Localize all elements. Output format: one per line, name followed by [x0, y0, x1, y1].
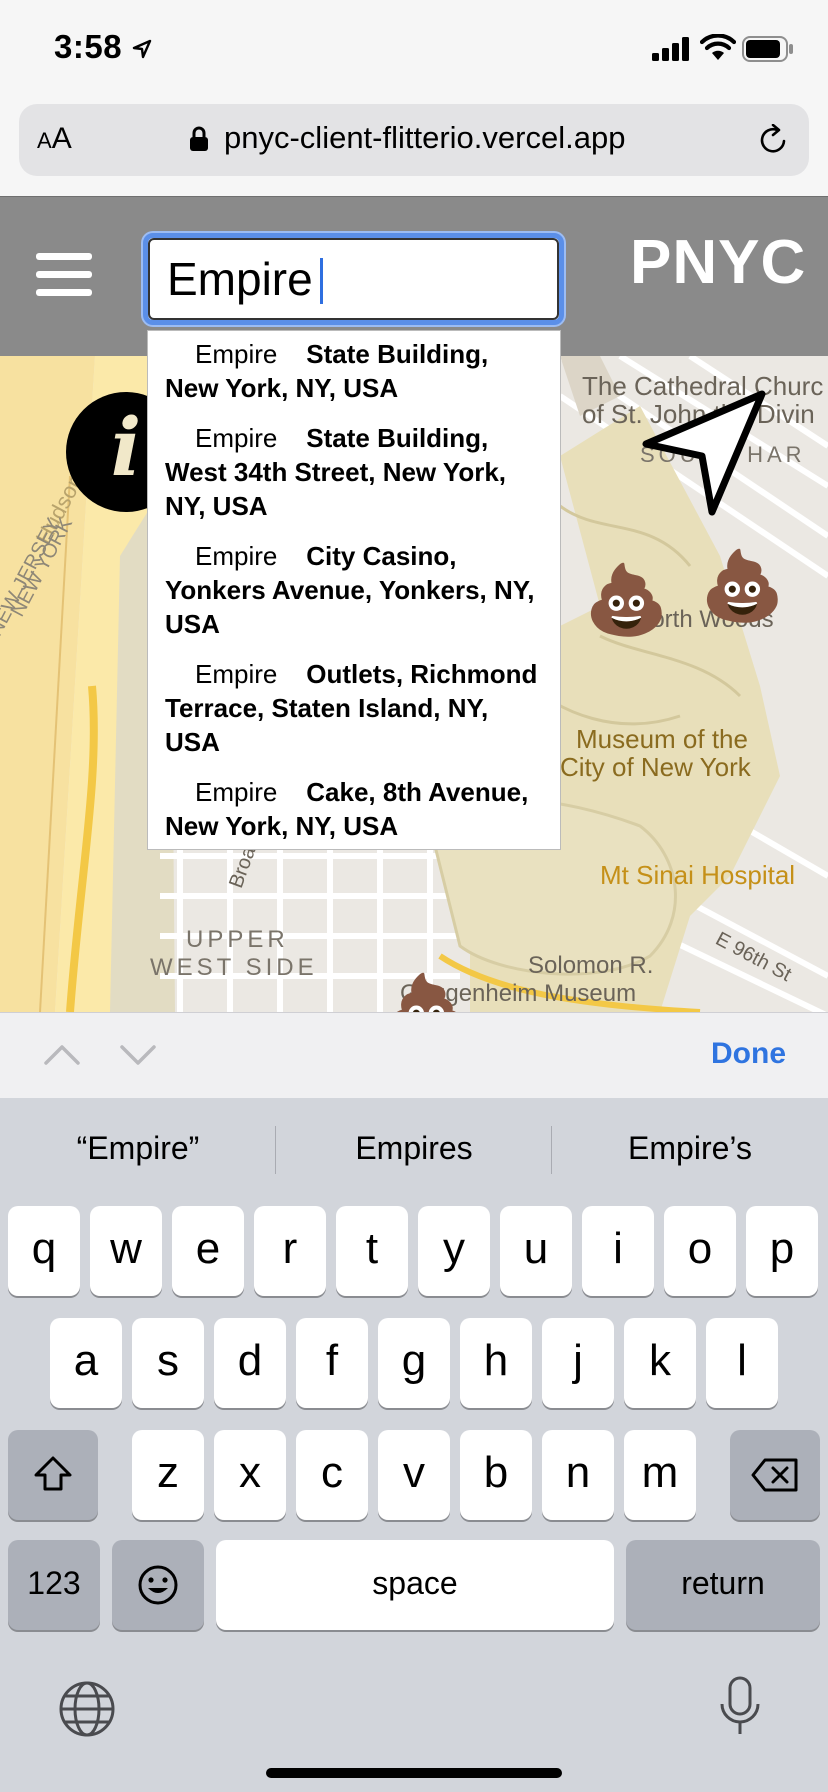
address-bar[interactable]: AA pnyc-client-flitterio.vercel.app	[19, 104, 809, 176]
emoji-key[interactable]	[112, 1540, 204, 1630]
map-label-museum-1: Museum of the	[576, 724, 748, 754]
wifi-icon	[700, 34, 736, 60]
text-size-large-label: A	[51, 122, 72, 155]
emoji-icon	[138, 1565, 178, 1605]
poop-marker[interactable]: 💩	[584, 566, 669, 634]
suggestion-item[interactable]: Empire Outlets, Richmond Terrace, Staten…	[165, 651, 544, 769]
key-t[interactable]: t	[336, 1206, 408, 1296]
suggestion-match: Empire	[195, 423, 278, 453]
key-c[interactable]: c	[296, 1430, 368, 1520]
key-w[interactable]: w	[90, 1206, 162, 1296]
suggestion-item[interactable]: Empire City Casino, Yonkers Avenue, Yonk…	[165, 533, 544, 651]
shift-icon	[34, 1456, 72, 1491]
key-o[interactable]: o	[664, 1206, 736, 1296]
prediction-item[interactable]: “Empire”	[0, 1130, 276, 1167]
autocomplete-dropdown: Empire State Building, New York, NY, USA…	[147, 330, 561, 850]
key-s[interactable]: s	[132, 1318, 204, 1408]
key-f[interactable]: f	[296, 1318, 368, 1408]
url-text: pnyc-client-flitterio.vercel.app	[224, 120, 626, 155]
suggestion-item[interactable]: Empire State Building, West 34th Street,…	[165, 415, 544, 533]
poop-marker[interactable]: 💩	[700, 552, 785, 620]
search-box[interactable]	[143, 233, 564, 325]
status-bar: 3:58	[0, 0, 828, 100]
shift-key[interactable]	[8, 1430, 98, 1520]
home-indicator[interactable]	[266, 1768, 562, 1778]
key-y[interactable]: y	[418, 1206, 490, 1296]
key-d[interactable]: d	[214, 1318, 286, 1408]
key-k[interactable]: k	[624, 1318, 696, 1408]
key-p[interactable]: p	[746, 1206, 818, 1296]
lock-icon	[190, 126, 208, 151]
suggestion-match: Empire	[195, 659, 278, 689]
cellular-signal-icon	[652, 37, 689, 61]
key-a[interactable]: a	[50, 1318, 122, 1408]
navigation-arrow-icon[interactable]	[640, 388, 770, 518]
map-label-upper-west-side-2: WEST SIDE	[150, 954, 318, 981]
space-key[interactable]: space	[216, 1540, 614, 1630]
battery-icon	[742, 36, 793, 62]
suggestion-item[interactable]: Empire State Building, New York, NY, USA	[165, 331, 544, 415]
hamburger-menu-icon[interactable]	[36, 253, 92, 297]
keyboard-accessory-bar: Done	[0, 1012, 828, 1098]
chevron-down-icon[interactable]	[118, 1041, 158, 1069]
key-l[interactable]: l	[706, 1318, 778, 1408]
key-u[interactable]: u	[500, 1206, 572, 1296]
key-x[interactable]: x	[214, 1430, 286, 1520]
key-m[interactable]: m	[624, 1430, 696, 1520]
suggestion-match: Empire	[195, 541, 278, 571]
poop-marker[interactable]: 💩	[384, 976, 469, 1012]
key-j[interactable]: j	[542, 1318, 614, 1408]
chevron-up-icon[interactable]	[42, 1041, 82, 1069]
suggestion-match: Empire	[195, 777, 278, 807]
suggestion-match: Empire	[195, 339, 278, 369]
key-r[interactable]: r	[254, 1206, 326, 1296]
key-v[interactable]: v	[378, 1430, 450, 1520]
suggestion-item[interactable]: Empire Cake, 8th Avenue, New York, NY, U…	[165, 769, 544, 887]
done-button[interactable]: Done	[711, 1037, 786, 1071]
location-arrow-icon	[132, 39, 152, 59]
prediction-item[interactable]: Empires	[276, 1130, 552, 1167]
text-size-button[interactable]: AA	[37, 122, 72, 156]
key-n[interactable]: n	[542, 1430, 614, 1520]
numbers-key[interactable]: 123	[8, 1540, 100, 1630]
text-size-small-label: A	[37, 128, 52, 153]
backspace-key[interactable]	[730, 1430, 820, 1520]
key-b[interactable]: b	[460, 1430, 532, 1520]
text-caret	[320, 258, 323, 304]
map-label-upper-west-side-1: UPPER	[186, 926, 289, 953]
predictive-text-bar: “Empire” Empires Empire’s	[0, 1098, 828, 1206]
key-q[interactable]: q	[8, 1206, 80, 1296]
brand-logo: PNYC	[630, 228, 807, 297]
search-input[interactable]	[148, 238, 559, 320]
key-z[interactable]: z	[132, 1430, 204, 1520]
reload-icon[interactable]	[757, 124, 789, 156]
key-e[interactable]: e	[172, 1206, 244, 1296]
return-key[interactable]: return	[626, 1540, 820, 1630]
key-i[interactable]: i	[582, 1206, 654, 1296]
microphone-icon[interactable]	[718, 1676, 762, 1738]
status-time: 3:58	[54, 28, 123, 65]
map-label-museum-2: City of New York	[560, 752, 751, 782]
map-label-mt-sinai: Mt Sinai Hospital	[600, 860, 796, 890]
key-g[interactable]: g	[378, 1318, 450, 1408]
prediction-item[interactable]: Empire’s	[552, 1130, 828, 1167]
globe-icon[interactable]	[58, 1680, 116, 1738]
key-h[interactable]: h	[460, 1318, 532, 1408]
backspace-icon	[751, 1458, 798, 1492]
map-label-solomon-1: Solomon R.	[528, 952, 654, 979]
